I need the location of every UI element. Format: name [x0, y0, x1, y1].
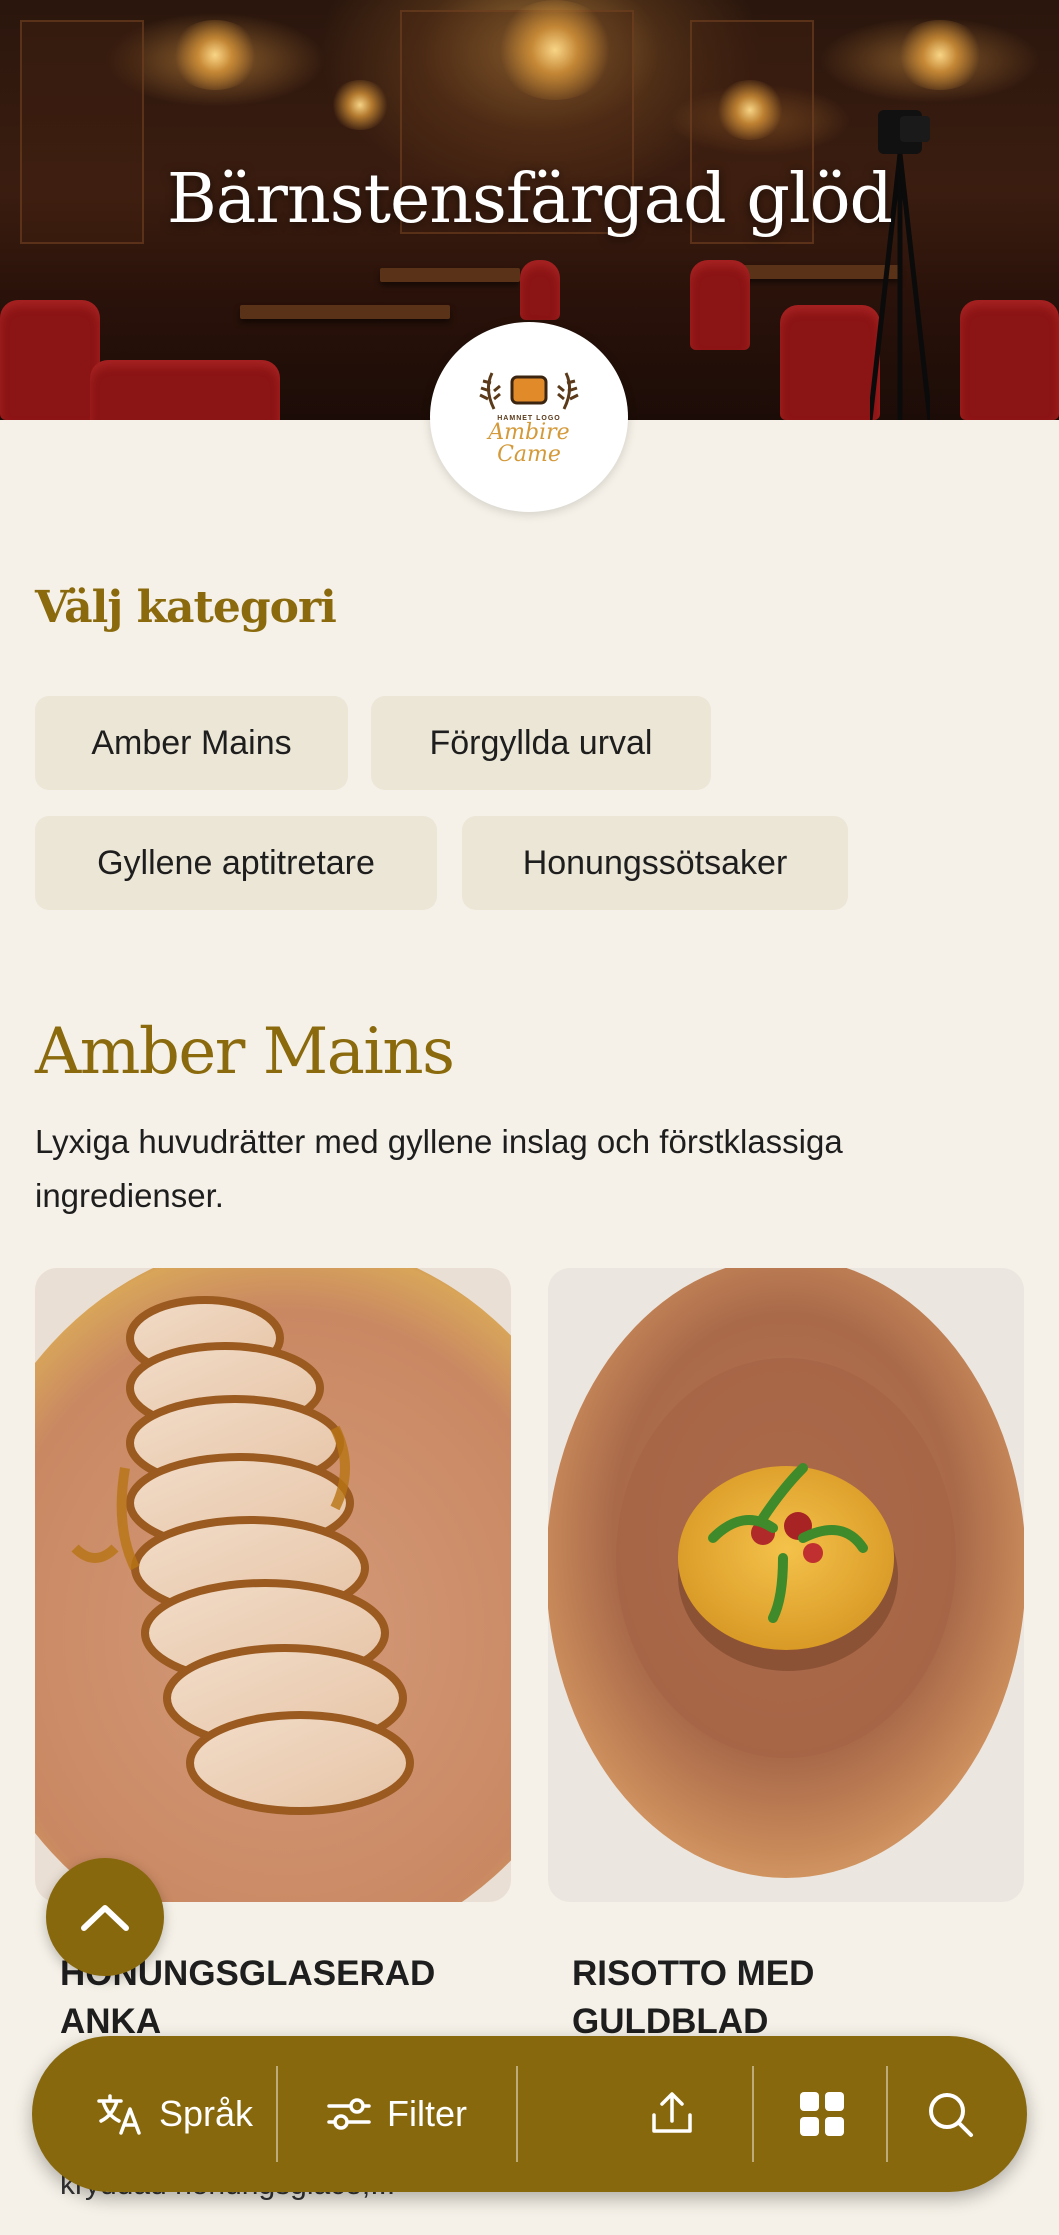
divider — [886, 2066, 888, 2162]
scroll-to-top-button[interactable] — [46, 1858, 164, 1976]
filter-button[interactable]: Filter — [282, 2036, 512, 2192]
language-label: Språk — [158, 2093, 254, 2134]
share-button[interactable] — [612, 2036, 732, 2192]
category-chip-amber-mains[interactable]: Amber Mains — [35, 696, 348, 790]
dish-image-risotto[interactable] — [548, 1268, 1024, 1902]
divider — [276, 2066, 278, 2162]
search-button[interactable] — [900, 2036, 1000, 2192]
logo-script-line2: Came — [497, 441, 561, 467]
divider — [516, 2066, 518, 2162]
dish-title[interactable]: RISOTTO MED GULDBLAD — [572, 1950, 1002, 2046]
red-chair — [520, 260, 560, 320]
translate-icon — [97, 2094, 141, 2135]
laurel-icon — [479, 371, 579, 410]
red-chair — [90, 360, 280, 420]
wall-lamp — [715, 80, 785, 140]
category-chip-honungssotsaker[interactable]: Honungssötsaker — [462, 816, 848, 910]
restaurant-logo: HAMNET LOGO Ambire Came — [430, 322, 628, 512]
section-title: Amber Mains — [35, 1015, 455, 1089]
logo-script-line1: Ambire — [488, 419, 570, 445]
bottom-action-bar: Språk Filter — [32, 2036, 1027, 2192]
category-chip-forgyllda-urval[interactable]: Förgyllda urval — [371, 696, 711, 790]
dish-image-duck[interactable] — [35, 1268, 511, 1902]
wall-lamp — [330, 80, 390, 130]
red-chair — [690, 260, 750, 350]
section-description: Lyxiga huvudrätter med gyllene inslag oc… — [35, 1123, 843, 1214]
hero-title: Bärnstensfärgad glöd — [166, 160, 893, 239]
red-chair — [780, 305, 880, 420]
divider — [752, 2066, 754, 2162]
language-button[interactable]: Språk — [70, 2036, 280, 2192]
dining-table — [240, 305, 450, 319]
chandelier — [495, 0, 615, 100]
chandelier — [170, 20, 260, 90]
red-chair — [960, 300, 1059, 420]
red-chair — [0, 300, 100, 420]
category-heading: Välj kategori — [35, 582, 337, 633]
filter-icon — [327, 2098, 371, 2130]
grid-view-button[interactable] — [762, 2036, 882, 2192]
share-icon — [652, 2092, 692, 2133]
grid-icon — [800, 2092, 844, 2136]
category-chip-gyllene-aptitretare[interactable]: Gyllene aptitretare — [35, 816, 437, 910]
camera-tripod — [870, 110, 930, 420]
filter-label: Filter — [387, 2093, 467, 2134]
chandelier — [895, 20, 985, 90]
search-icon — [929, 2093, 973, 2137]
chevron-up-icon — [81, 1905, 129, 1931]
dining-table — [380, 268, 520, 282]
